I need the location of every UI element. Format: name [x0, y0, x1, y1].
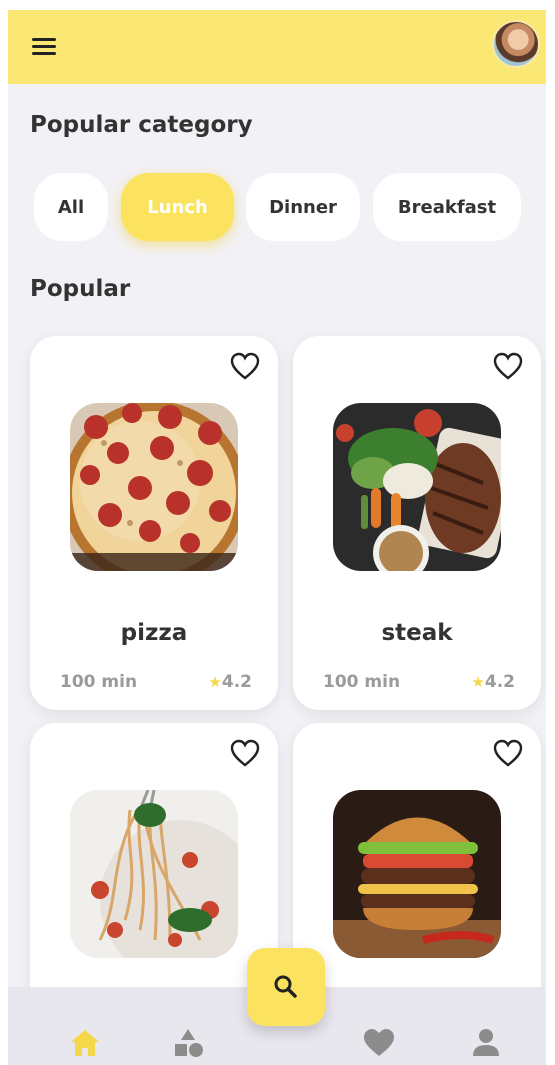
pizza-image — [70, 403, 238, 571]
heart-icon[interactable] — [230, 352, 260, 380]
heart-icon[interactable] — [493, 352, 523, 380]
category-chip-breakfast[interactable]: Breakfast — [373, 173, 521, 241]
burger-image — [333, 790, 501, 958]
app-screen: Popular category All Lunch Dinner Breakf… — [8, 10, 546, 1065]
food-card-steak[interactable]: steak 100 min ★4.2 — [293, 336, 541, 710]
popular-category-title: Popular category — [30, 112, 253, 138]
rating: ★4.2 — [471, 672, 515, 692]
search-icon — [274, 975, 297, 998]
category-chip-dinner[interactable]: Dinner — [246, 173, 360, 241]
category-chip-lunch[interactable]: Lunch — [121, 173, 234, 241]
user-avatar[interactable] — [492, 20, 540, 68]
heart-icon[interactable] — [230, 739, 260, 767]
pasta-image — [70, 790, 238, 958]
food-card-pizza[interactable]: pizza 100 min ★4.2 — [30, 336, 278, 710]
rating-value: 4.2 — [221, 672, 252, 692]
app-bar — [8, 10, 546, 84]
categories-icon[interactable] — [171, 1026, 205, 1060]
cook-time: 100 min — [60, 672, 138, 692]
food-name: steak — [381, 620, 453, 646]
profile-icon[interactable] — [469, 1026, 503, 1060]
food-name: pizza — [120, 620, 188, 646]
star-icon: ★ — [471, 673, 485, 691]
star-icon: ★ — [208, 673, 222, 691]
home-icon[interactable] — [68, 1026, 102, 1060]
category-chip-all[interactable]: All — [34, 173, 108, 241]
cook-time: 100 min — [323, 672, 401, 692]
rating: ★4.2 — [208, 672, 252, 692]
steak-image — [333, 403, 501, 571]
search-fab[interactable] — [247, 948, 325, 1026]
menu-icon[interactable] — [28, 31, 60, 63]
popular-title: Popular — [30, 276, 131, 302]
rating-value: 4.2 — [484, 672, 515, 692]
heart-icon[interactable] — [493, 739, 523, 767]
favorites-icon[interactable] — [362, 1026, 396, 1060]
